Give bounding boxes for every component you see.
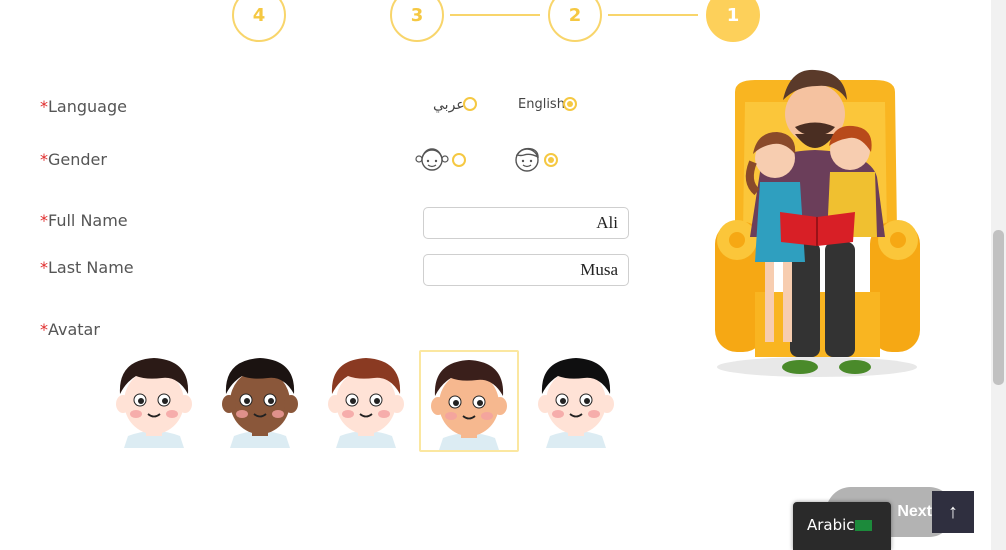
language-option-arabic-radio[interactable] <box>463 97 477 111</box>
full-name-input[interactable] <box>423 207 629 239</box>
language-option-english-radio[interactable] <box>563 97 577 111</box>
avatar-boy-black-hair-icon[interactable] <box>528 350 628 452</box>
language-option-arabic-label[interactable]: عربي <box>433 97 465 113</box>
progress-stepper: 4 3 2 1 <box>230 0 770 44</box>
step-connector <box>608 14 698 16</box>
girl-face-icon[interactable] <box>415 145 449 173</box>
avatar-label: *Avatar <box>40 320 100 339</box>
full-name-label: *Full Name <box>40 211 128 230</box>
step-4[interactable]: 4 <box>232 0 286 42</box>
language-switch-label: Arabic <box>807 516 855 534</box>
last-name-label: *Last Name <box>40 258 134 277</box>
language-label: *Language <box>40 97 127 116</box>
language-switch[interactable]: Arabic <box>793 502 891 550</box>
page-scrollbar[interactable] <box>991 0 1006 550</box>
saudi-flag-icon <box>855 520 872 531</box>
gender-option-boy-radio[interactable] <box>544 153 558 167</box>
last-name-input[interactable] <box>423 254 629 286</box>
arrow-up-icon[interactable]: ↑ <box>932 491 974 533</box>
step-1[interactable]: 1 <box>706 0 760 42</box>
boy-face-icon[interactable] <box>512 145 542 173</box>
gender-label: *Gender <box>40 150 107 169</box>
avatar-boy-dark-skin-icon[interactable] <box>212 350 312 452</box>
step-2[interactable]: 2 <box>548 0 602 42</box>
step-connector <box>450 14 540 16</box>
gender-option-girl-radio[interactable] <box>452 153 466 167</box>
page-scrollbar-thumb[interactable] <box>993 230 1004 385</box>
language-option-english-label[interactable]: English <box>518 97 565 112</box>
step-3[interactable]: 3 <box>390 0 444 42</box>
family-reading-illustration <box>715 69 920 377</box>
avatar-boy-curly-dark-hair-icon[interactable] <box>106 350 206 452</box>
avatar-boy-auburn-hair-icon[interactable] <box>318 350 418 452</box>
avatar-boy-tan-skin-icon[interactable] <box>419 350 519 452</box>
